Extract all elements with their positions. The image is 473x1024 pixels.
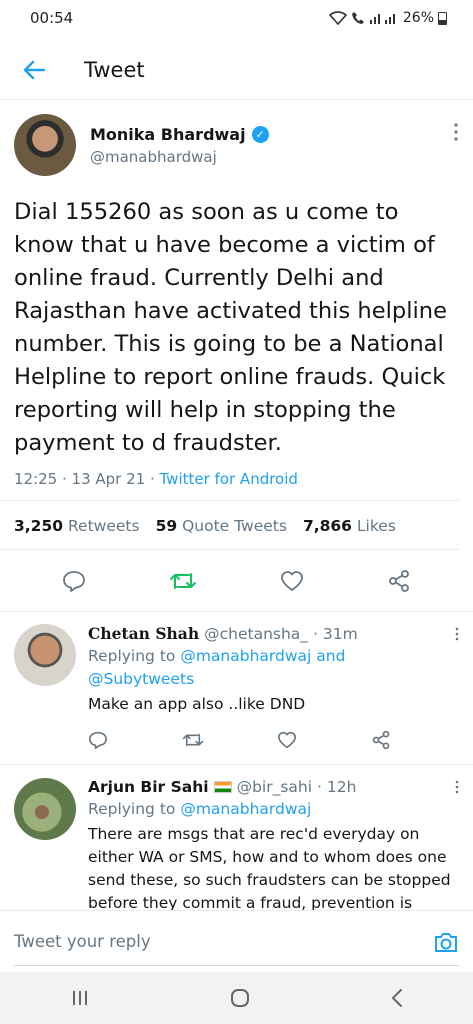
recent-apps-icon[interactable]	[70, 989, 90, 1007]
reply-age: · 12h	[317, 778, 357, 796]
retweet-icon[interactable]	[182, 731, 204, 749]
mention-joiner: and	[311, 647, 346, 665]
reply-composer: Tweet your reply	[0, 910, 473, 972]
reply-tweet[interactable]: Chetan Shah @chetansha_ · 31m Replying t…	[0, 612, 473, 765]
home-icon[interactable]	[229, 987, 251, 1009]
reply-text: There are msgs that are rec'd everyday o…	[88, 825, 451, 910]
reply-text: Make an app also ..like DND	[88, 695, 306, 713]
tweet-stats: 3,250 Retweets 59 Quote Tweets 7,866 Lik…	[0, 501, 459, 550]
author-avatar[interactable]	[14, 114, 76, 176]
replying-prefix: Replying to	[88, 800, 181, 818]
reply-header: Arjun Bir Sahi @bir_sahi · 12h	[88, 778, 459, 796]
like-icon[interactable]	[280, 570, 304, 592]
likes-stat[interactable]: 7,866 Likes	[303, 517, 396, 535]
retweet-icon[interactable]	[169, 570, 197, 592]
reply-inner: Arjun Bir Sahi @bir_sahi · 12h Replying …	[0, 766, 473, 910]
tweet-text: Dial 155260 as soon as u come to know th…	[14, 199, 448, 456]
reply-age: · 31m	[313, 624, 358, 643]
reply-input[interactable]: Tweet your reply	[14, 932, 433, 951]
quotes-stat[interactable]: 59 Quote Tweets	[156, 517, 287, 535]
tweet-source-link[interactable]: Twitter for Android	[160, 470, 298, 488]
back-button[interactable]	[4, 40, 64, 100]
share-icon[interactable]	[371, 730, 391, 750]
tweet-author-row: Monika Bhardwaj ✓ @manabhardwaj	[0, 100, 473, 176]
status-icons: 26%	[328, 10, 447, 26]
likes-count: 7,866	[302, 517, 352, 535]
mention-link[interactable]: @manabhardwaj	[180, 647, 311, 665]
reply-avatar[interactable]	[14, 624, 76, 686]
back-arrow-icon	[23, 60, 45, 79]
reply-header: Chetan Shah @chetansha_ · 31m	[88, 624, 459, 643]
reply-author-handle[interactable]: @chetansha_	[204, 625, 308, 643]
quotes-count: 59	[155, 517, 178, 535]
quotes-label: Quote Tweets	[182, 517, 287, 535]
composer-underline	[14, 965, 459, 966]
call-icon	[351, 12, 364, 24]
reply-more-icon[interactable]	[455, 780, 459, 794]
tweet-meta: 12:25 · 13 Apr 21 · Twitter for Android	[0, 460, 459, 501]
signal-icon	[369, 14, 395, 24]
reply-icon[interactable]	[88, 731, 108, 749]
back-nav-icon[interactable]	[390, 988, 404, 1008]
author-text: Monika Bhardwaj ✓ @manabhardwaj	[90, 125, 269, 166]
wifi-icon	[328, 11, 347, 25]
replying-prefix: Replying to	[88, 647, 181, 665]
reply-content: Chetan Shah @chetansha_ · 31m Replying t…	[88, 624, 459, 764]
tweet-timestamp: 12:25 · 13 Apr 21 ·	[14, 470, 160, 488]
app-header: Tweet	[0, 40, 473, 100]
india-flag-icon	[213, 781, 232, 793]
status-bar: 00:54 26%	[0, 0, 473, 36]
replying-to: Replying to @manabhardwaj	[88, 798, 459, 821]
verified-badge-icon: ✓	[251, 125, 269, 143]
reply-more-icon[interactable]	[455, 627, 459, 641]
reply-tweet[interactable]: Arjun Bir Sahi @bir_sahi · 12h Replying …	[0, 766, 473, 910]
reply-author-name[interactable]: Chetan Shah	[88, 624, 199, 643]
page-title: Tweet	[84, 57, 145, 82]
replying-to: Replying to @manabhardwaj and @Subytweet…	[88, 645, 459, 691]
main-tweet: Monika Bhardwaj ✓ @manabhardwaj Dial 155…	[0, 100, 473, 612]
retweets-stat[interactable]: 3,250 Retweets	[14, 517, 140, 535]
reply-avatar[interactable]	[14, 778, 76, 840]
author-name-row[interactable]: Monika Bhardwaj ✓	[90, 125, 269, 144]
mention-link[interactable]: @manabhardwaj	[180, 800, 311, 818]
author-handle[interactable]: @manabhardwaj	[90, 148, 269, 166]
battery-percent: 26%	[402, 10, 434, 26]
tweet-actions	[0, 550, 473, 612]
like-icon[interactable]	[277, 731, 297, 749]
reply-content: Arjun Bir Sahi @bir_sahi · 12h Replying …	[88, 778, 459, 910]
mention-link[interactable]: @Subytweets	[88, 670, 194, 688]
retweets-count: 3,250	[14, 517, 64, 535]
reply-inner: Chetan Shah @chetansha_ · 31m Replying t…	[0, 612, 473, 764]
camera-icon[interactable]	[433, 930, 459, 954]
system-nav-bar	[0, 972, 473, 1024]
share-icon[interactable]	[387, 569, 411, 593]
likes-label: Likes	[356, 517, 396, 535]
more-options-icon[interactable]	[453, 122, 459, 142]
reply-icon[interactable]	[62, 570, 86, 592]
status-time: 00:54	[30, 9, 74, 27]
battery-icon	[438, 11, 447, 25]
reply-author-name[interactable]: Arjun Bir Sahi	[88, 778, 209, 796]
reply-actions	[88, 716, 459, 764]
reply-author-handle[interactable]: @bir_sahi	[237, 778, 312, 796]
author-name[interactable]: Monika Bhardwaj	[90, 125, 246, 144]
retweets-label: Retweets	[67, 517, 140, 535]
